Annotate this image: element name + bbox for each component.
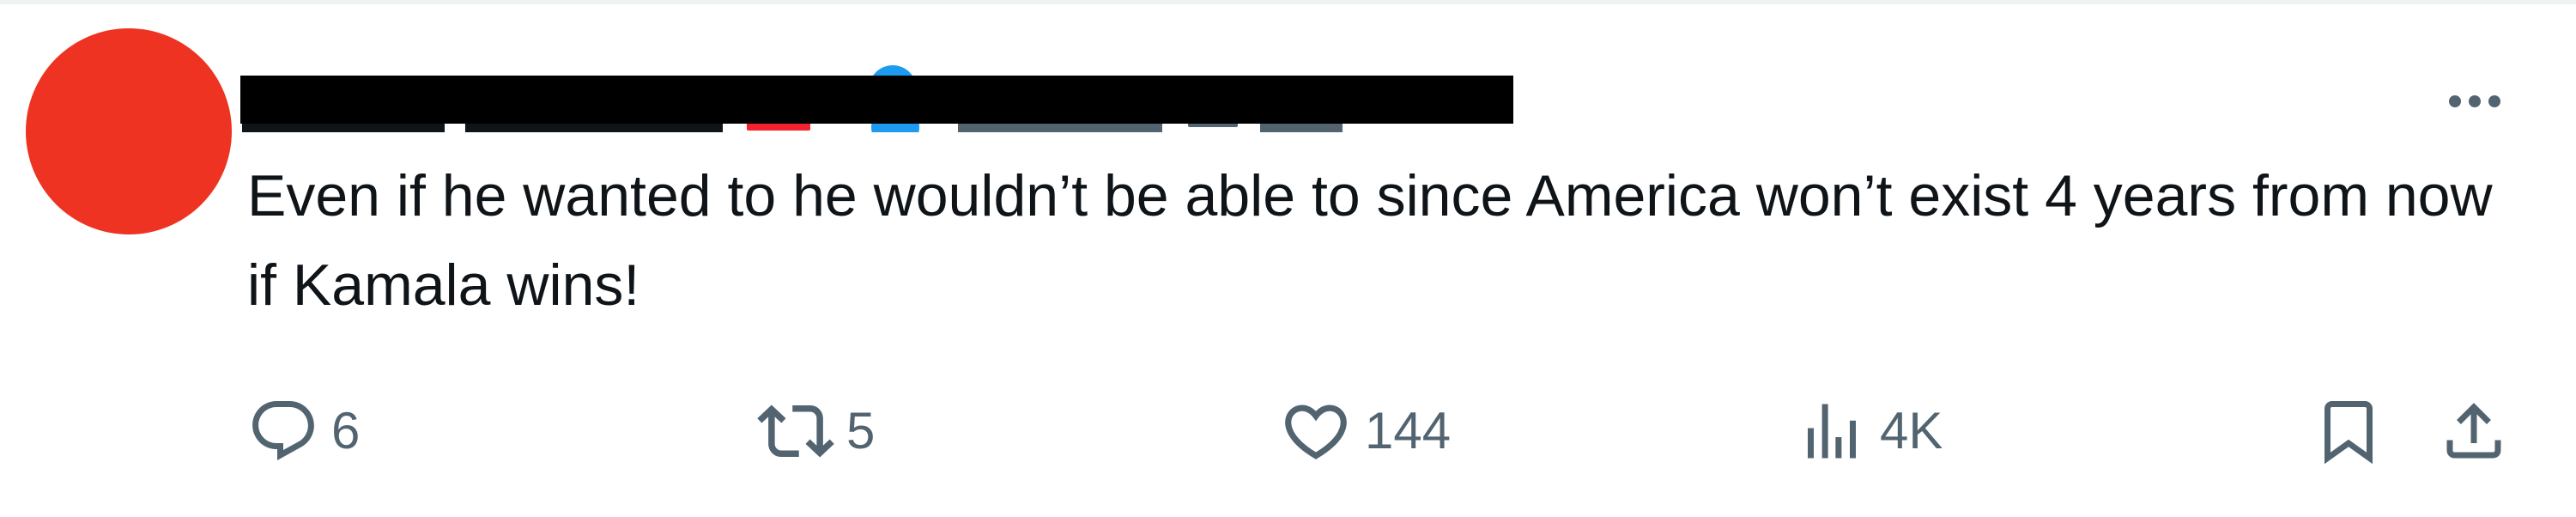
share-upload-icon bbox=[2446, 403, 2501, 459]
post-text: Even if he wanted to he wouldn’t be able… bbox=[247, 163, 2493, 318]
views-count: 4K bbox=[1880, 402, 1943, 459]
post-header bbox=[240, 65, 2558, 136]
repost-count: 5 bbox=[846, 402, 876, 459]
more-options-button[interactable] bbox=[2436, 86, 2513, 117]
top-divider bbox=[0, 0, 2576, 4]
bar-chart-icon bbox=[1808, 404, 1856, 459]
repost-arrows-icon bbox=[757, 404, 834, 458]
repost-button[interactable]: 5 bbox=[757, 388, 875, 474]
ellipsis-icon bbox=[2449, 95, 2461, 107]
like-count: 144 bbox=[1365, 402, 1452, 459]
avatar[interactable] bbox=[26, 28, 232, 234]
reply-count: 6 bbox=[331, 402, 361, 459]
share-button[interactable] bbox=[2438, 388, 2510, 474]
reply-bubble-icon bbox=[252, 401, 314, 460]
redaction-bar bbox=[240, 76, 1513, 124]
action-bar: 6 5 144 4K bbox=[0, 388, 2576, 474]
heart-icon bbox=[1285, 404, 1347, 459]
bookmark-button[interactable] bbox=[2312, 388, 2385, 474]
bookmark-icon bbox=[2324, 401, 2373, 465]
views-button[interactable]: 4K bbox=[1796, 388, 1943, 474]
like-button[interactable]: 144 bbox=[1279, 388, 1451, 474]
reply-button[interactable]: 6 bbox=[247, 388, 360, 474]
